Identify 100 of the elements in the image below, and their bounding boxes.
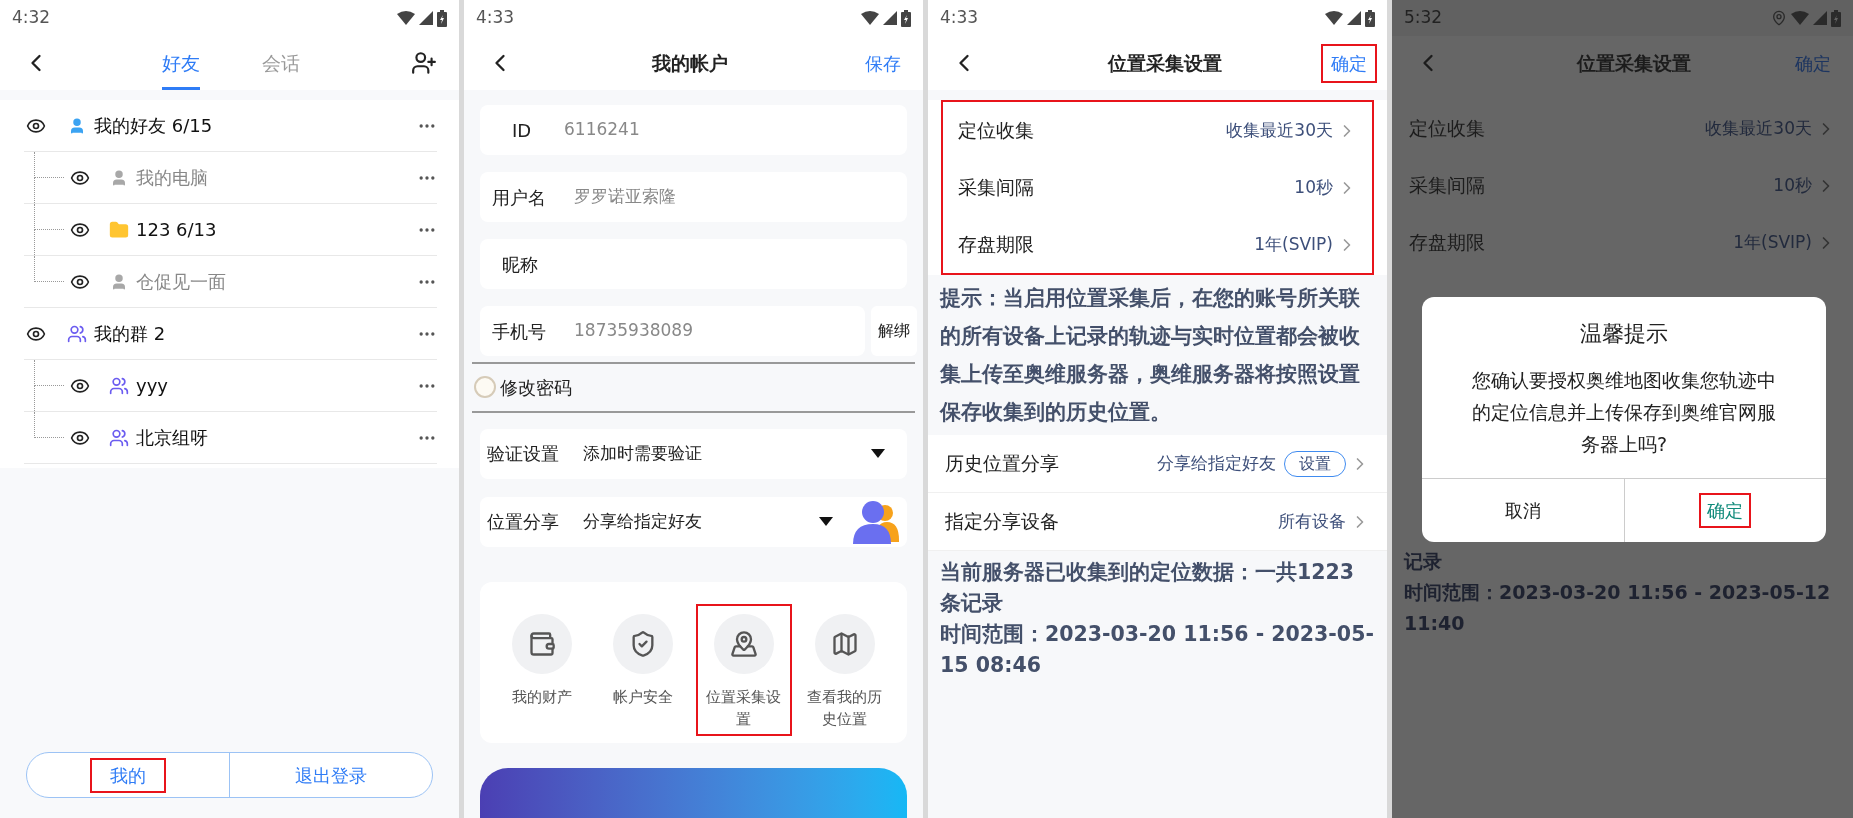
tree-item-label[interactable]: 我的电脑: [136, 164, 208, 191]
unbind-button[interactable]: 解绑: [871, 306, 917, 356]
dropdown-field[interactable]: 验证设置 添加时需要验证: [480, 428, 907, 479]
signal-icon: [883, 11, 897, 25]
tree-item-label[interactable]: 仓促见一面: [136, 268, 226, 295]
save-button[interactable]: 保存: [865, 49, 901, 77]
shortcut-button[interactable]: 查看我的历史位置: [796, 603, 893, 736]
setting-label: 指定分享设备: [945, 509, 1059, 535]
setting-label: 存盘期限: [1409, 230, 1485, 256]
tree-item-label[interactable]: 123 6/13: [136, 216, 217, 243]
field-label: ID: [511, 118, 533, 143]
tree-item-label[interactable]: yyy: [136, 372, 168, 399]
signal-icon: [419, 11, 433, 25]
dialog-button[interactable]: 取消: [1422, 479, 1624, 542]
battery-icon: [1831, 9, 1841, 27]
footer-button[interactable]: 我的: [27, 753, 229, 797]
folder-icon: [109, 219, 129, 240]
field-label: 用户名: [491, 185, 547, 210]
dropdown-value: 分享给指定好友: [583, 509, 702, 533]
hint-text: 提示：当启用位置采集后，在您的账号所关联的所有设备上记录的轨迹与实时位置都会被收集上传至奥维服务器，奥维服务器将按照设置保存收集到的历史位置。: [938, 285, 1361, 426]
battery-icon: [901, 9, 911, 27]
wifi-icon: [1325, 11, 1343, 25]
status-time: 5:32: [1404, 6, 1443, 30]
setting-value: 10秒: [1294, 175, 1333, 199]
stats-text: 时间范围：2023-03-20 11:56 - 2023-05-12 11:40: [1404, 580, 1832, 636]
tree-connector: [34, 152, 64, 203]
person-icon: [68, 116, 86, 135]
setting-label: 存盘期限: [958, 232, 1034, 258]
setting-label: 采集间隔: [1409, 173, 1485, 199]
setting-row[interactable]: 历史位置分享 分享给指定好友 设置: [928, 435, 1387, 493]
field-value: 罗罗诺亚索隆: [574, 185, 676, 209]
group-icon: [67, 323, 87, 344]
confirm-button[interactable]: 确定: [1321, 43, 1377, 83]
dropdown-caret-icon: [819, 517, 833, 527]
setting-value: 1年(SVIP): [1254, 232, 1333, 256]
tree-item-label[interactable]: 我的好友 6/15: [94, 112, 213, 139]
wifi-icon: [861, 11, 879, 25]
dialog-button[interactable]: 确定: [1623, 479, 1826, 542]
add-friend-icon[interactable]: [411, 50, 437, 76]
group-icon: [109, 375, 129, 396]
setting-value: 所有设备: [1278, 509, 1346, 533]
dialog-message: 您确认要授权奥维地图收集您轨迹中的定位信息并上传保存到奥维官网服务器上吗?: [1471, 368, 1777, 457]
field-label: 昵称: [501, 252, 539, 277]
signal-icon: [1813, 11, 1827, 25]
setting-value: 收集最近30天: [1226, 118, 1333, 142]
setting-row[interactable]: 指定分享设备 所有设备: [928, 493, 1387, 551]
shortcut-button[interactable]: 帐户安全: [594, 603, 692, 714]
person-icon: [110, 272, 128, 291]
dialog-title: 温馨提示: [1579, 320, 1669, 348]
setting-label: 历史位置分享: [945, 451, 1059, 477]
gradient-button[interactable]: [480, 768, 907, 818]
shortcut-button[interactable]: 我的财产: [494, 603, 591, 714]
tab[interactable]: 好友: [161, 36, 200, 90]
map-pin-icon: [729, 629, 758, 658]
field-label: 位置分享: [487, 510, 560, 535]
wallet-icon: [528, 629, 557, 658]
checkbox-label: 修改密码: [500, 375, 572, 400]
form-field[interactable]: 昵称: [480, 239, 907, 289]
screen-title: 位置采集设置: [1575, 50, 1692, 76]
setting-label: 定位收集: [1409, 116, 1485, 142]
setting-value: 10秒: [1773, 173, 1812, 197]
location-icon: [1771, 10, 1787, 26]
field-value: 18735938089: [574, 319, 693, 343]
form-field[interactable]: ID 6116241: [480, 105, 907, 155]
screen-title: 位置采集设置: [1106, 50, 1223, 76]
status-time: 4:32: [12, 6, 51, 30]
footer-button[interactable]: 退出登录: [229, 753, 432, 797]
stats-text: 记录: [1404, 549, 1443, 574]
wifi-icon: [397, 11, 415, 25]
wifi-icon: [1791, 11, 1809, 25]
status-time: 4:33: [476, 6, 515, 30]
group-icon: [109, 427, 129, 448]
stats-text: 当前服务器已收集到的定位数据：一共1223条记录: [940, 559, 1356, 617]
setting-row[interactable]: 采集间隔 10秒: [929, 159, 1386, 216]
setting-label: 定位收集: [958, 118, 1034, 144]
dropdown-value: 添加时需要验证: [583, 441, 702, 465]
field-label: 验证设置: [487, 442, 560, 467]
people-icon: [853, 499, 899, 544]
field-value: 6116241: [564, 118, 640, 142]
form-field[interactable]: 用户名 罗罗诺亚索隆: [480, 172, 907, 222]
setting-value: 1年(SVIP): [1733, 230, 1812, 254]
field-label: 手机号: [491, 319, 547, 344]
screen-title: 我的帐户: [650, 50, 729, 76]
tree-item-label[interactable]: 我的群 2: [94, 320, 166, 347]
setting-value: 收集最近30天: [1705, 116, 1812, 140]
battery-icon: [437, 9, 447, 27]
setting-row[interactable]: 存盘期限 1年(SVIP): [929, 216, 1386, 273]
dropdown-caret-icon: [871, 449, 885, 459]
signal-icon: [1347, 11, 1361, 25]
setting-row[interactable]: 定位收集 收集最近30天: [929, 102, 1386, 159]
status-time: 4:33: [940, 6, 979, 30]
shortcut-button[interactable]: 位置采集设置: [695, 603, 793, 736]
form-field[interactable]: 手机号 18735938089: [480, 306, 865, 356]
tree-item-label[interactable]: 北京组呀: [136, 424, 208, 451]
dropdown-field[interactable]: 位置分享 分享给指定好友: [480, 496, 907, 547]
person-icon: [110, 168, 128, 187]
setting-value: 分享给指定好友: [1157, 451, 1276, 475]
setting-label: 采集间隔: [958, 175, 1034, 201]
checkbox[interactable]: [474, 376, 496, 399]
battery-icon: [1365, 9, 1375, 27]
